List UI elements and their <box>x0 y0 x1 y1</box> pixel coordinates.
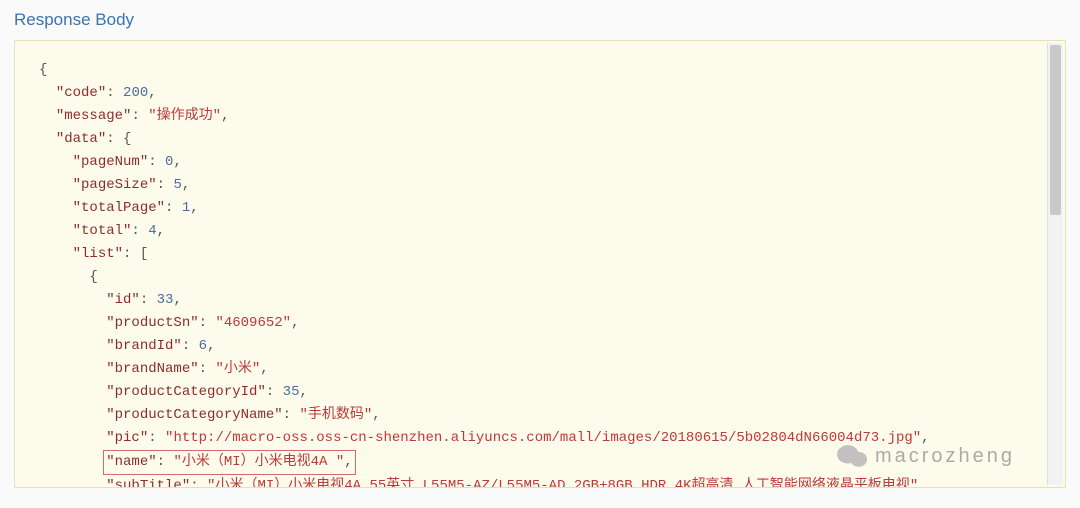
token-pun: : <box>199 315 216 331</box>
highlighted-span: "name": "小米（MI）小米电视4A ", <box>103 450 355 475</box>
token-key: "pageSize" <box>73 177 157 193</box>
section-header: Response Body <box>0 0 1080 40</box>
token-num: 4 <box>148 223 156 239</box>
token-pun: { <box>89 269 97 285</box>
code-line: "totalPage": 1, <box>39 197 1055 220</box>
token-key: "brandId" <box>106 338 182 354</box>
token-num: 1 <box>182 200 190 216</box>
token-str: "手机数码" <box>299 407 372 423</box>
token-num: 5 <box>173 177 181 193</box>
code-line: "brandId": 6, <box>39 335 1055 358</box>
token-key: "subTitle" <box>106 478 190 487</box>
token-pun: : <box>199 361 216 377</box>
token-str: "4609652" <box>215 315 291 331</box>
token-pun: : <box>148 430 165 446</box>
token-pun: , <box>372 407 380 423</box>
token-pun: , <box>157 223 165 239</box>
token-pun: : <box>131 108 148 124</box>
token-pun: , <box>344 454 352 470</box>
code-line: "list": [ <box>39 243 1055 266</box>
token-key: "message" <box>56 108 132 124</box>
token-key: "brandName" <box>106 361 198 377</box>
token-key: "name" <box>106 454 156 470</box>
token-pun: , <box>173 154 181 170</box>
token-key: "total" <box>73 223 132 239</box>
code-line: "productSn": "4609652", <box>39 312 1055 335</box>
token-num: 33 <box>157 292 174 308</box>
token-num: 35 <box>283 384 300 400</box>
token-pun: : <box>266 384 283 400</box>
token-pun: : <box>157 454 174 470</box>
token-pun: , <box>921 430 929 446</box>
token-pun: : <box>148 154 165 170</box>
token-key: "code" <box>56 85 106 101</box>
code-line: "pageNum": 0, <box>39 151 1055 174</box>
token-pun: , <box>173 292 181 308</box>
token-pun: : <box>182 338 199 354</box>
token-pun: : { <box>106 131 131 147</box>
token-pun: { <box>39 62 47 78</box>
token-key: "productCategoryName" <box>106 407 282 423</box>
code-viewport: { "code": 200, "message": "操作成功", "data"… <box>15 41 1065 487</box>
token-num: 6 <box>199 338 207 354</box>
token-pun: : <box>283 407 300 423</box>
token-num: 200 <box>123 85 148 101</box>
token-key: "productCategoryId" <box>106 384 266 400</box>
token-pun: : <box>157 177 174 193</box>
token-pun: , <box>918 478 926 487</box>
token-key: "list" <box>73 246 123 262</box>
token-str: "操作成功" <box>148 108 221 124</box>
code-line: "code": 200, <box>39 82 1055 105</box>
code-line: "name": "小米（MI）小米电视4A ", <box>39 450 1055 475</box>
code-line: "brandName": "小米", <box>39 358 1055 381</box>
token-pun: , <box>291 315 299 331</box>
token-str: "http://macro-oss.oss-cn-shenzhen.aliyun… <box>165 430 921 446</box>
scroll-thumb[interactable] <box>1050 45 1061 215</box>
code-line: "subTitle": "小米（MI）小米电视4A 55英寸 L55M5-AZ/… <box>39 475 1055 487</box>
code-line: "productCategoryId": 35, <box>39 381 1055 404</box>
token-pun: , <box>221 108 229 124</box>
vertical-scrollbar[interactable] <box>1047 43 1063 485</box>
code-line: "pic": "http://macro-oss.oss-cn-shenzhen… <box>39 427 1055 450</box>
token-key: "totalPage" <box>73 200 165 216</box>
token-key: "productSn" <box>106 315 198 331</box>
token-key: "pic" <box>106 430 148 446</box>
token-pun: : <box>131 223 148 239</box>
token-pun: , <box>207 338 215 354</box>
code-line: "productCategoryName": "手机数码", <box>39 404 1055 427</box>
token-pun: , <box>148 85 156 101</box>
code-line: "data": { <box>39 128 1055 151</box>
token-pun: , <box>190 200 198 216</box>
code-line: "id": 33, <box>39 289 1055 312</box>
token-key: "data" <box>56 131 106 147</box>
token-pun: : <box>106 85 123 101</box>
token-key: "id" <box>106 292 140 308</box>
response-body-panel: { "code": 200, "message": "操作成功", "data"… <box>14 40 1066 488</box>
code-line: { <box>39 59 1055 82</box>
token-key: "pageNum" <box>73 154 149 170</box>
token-pun: , <box>182 177 190 193</box>
token-str: "小米（MI）小米电视4A " <box>173 454 344 470</box>
code-line: "message": "操作成功", <box>39 105 1055 128</box>
token-pun: , <box>299 384 307 400</box>
token-pun: , <box>260 361 268 377</box>
token-str: "小米" <box>215 361 260 377</box>
token-pun: : [ <box>123 246 148 262</box>
json-code-block: { "code": 200, "message": "操作成功", "data"… <box>39 59 1055 487</box>
token-str: "小米（MI）小米电视4A 55英寸 L55M5-AZ/L55M5-AD 2GB… <box>207 478 918 487</box>
code-line: { <box>39 266 1055 289</box>
token-pun: : <box>140 292 157 308</box>
code-line: "total": 4, <box>39 220 1055 243</box>
code-line: "pageSize": 5, <box>39 174 1055 197</box>
token-pun: : <box>190 478 207 487</box>
token-pun: : <box>165 200 182 216</box>
